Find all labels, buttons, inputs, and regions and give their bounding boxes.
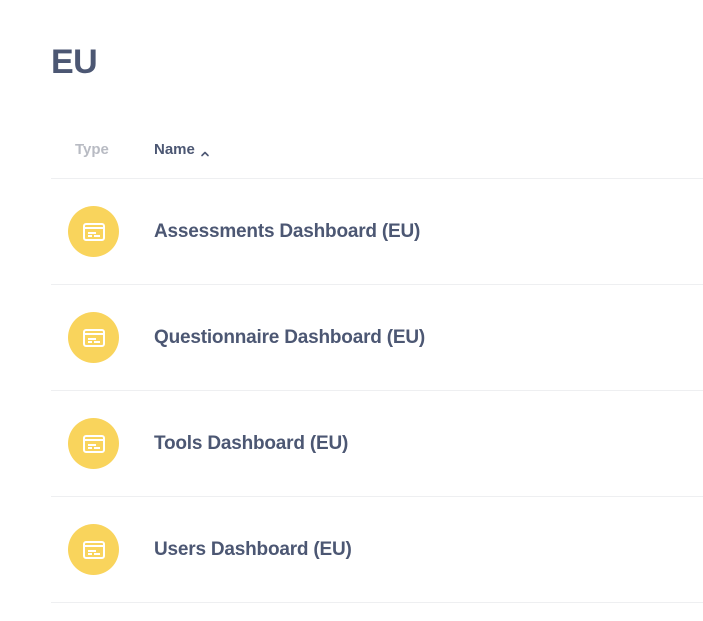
table-row[interactable]: Assessments Dashboard (EU) [51,179,703,285]
table-row[interactable]: Tools Dashboard (EU) [51,391,703,497]
item-name[interactable]: Tools Dashboard (EU) [154,432,348,456]
items-table: Type Name Assessments Dashboard (EU) Que… [51,125,703,603]
item-name[interactable]: Questionnaire Dashboard (EU) [154,326,425,350]
dashboard-icon [68,524,119,575]
dashboard-icon [68,206,119,257]
dashboard-icon [68,312,119,363]
chevron-up-icon [200,146,210,156]
table-row[interactable]: Users Dashboard (EU) [51,497,703,603]
page-title: EU [51,43,98,81]
item-name[interactable]: Users Dashboard (EU) [154,538,352,562]
table-header: Type Name [51,125,703,179]
column-header-name[interactable]: Name [154,141,210,158]
table-row[interactable]: Questionnaire Dashboard (EU) [51,285,703,391]
dashboard-icon [68,418,119,469]
column-header-type[interactable]: Type [75,141,109,158]
column-header-name-label: Name [154,141,195,158]
item-name[interactable]: Assessments Dashboard (EU) [154,220,420,244]
